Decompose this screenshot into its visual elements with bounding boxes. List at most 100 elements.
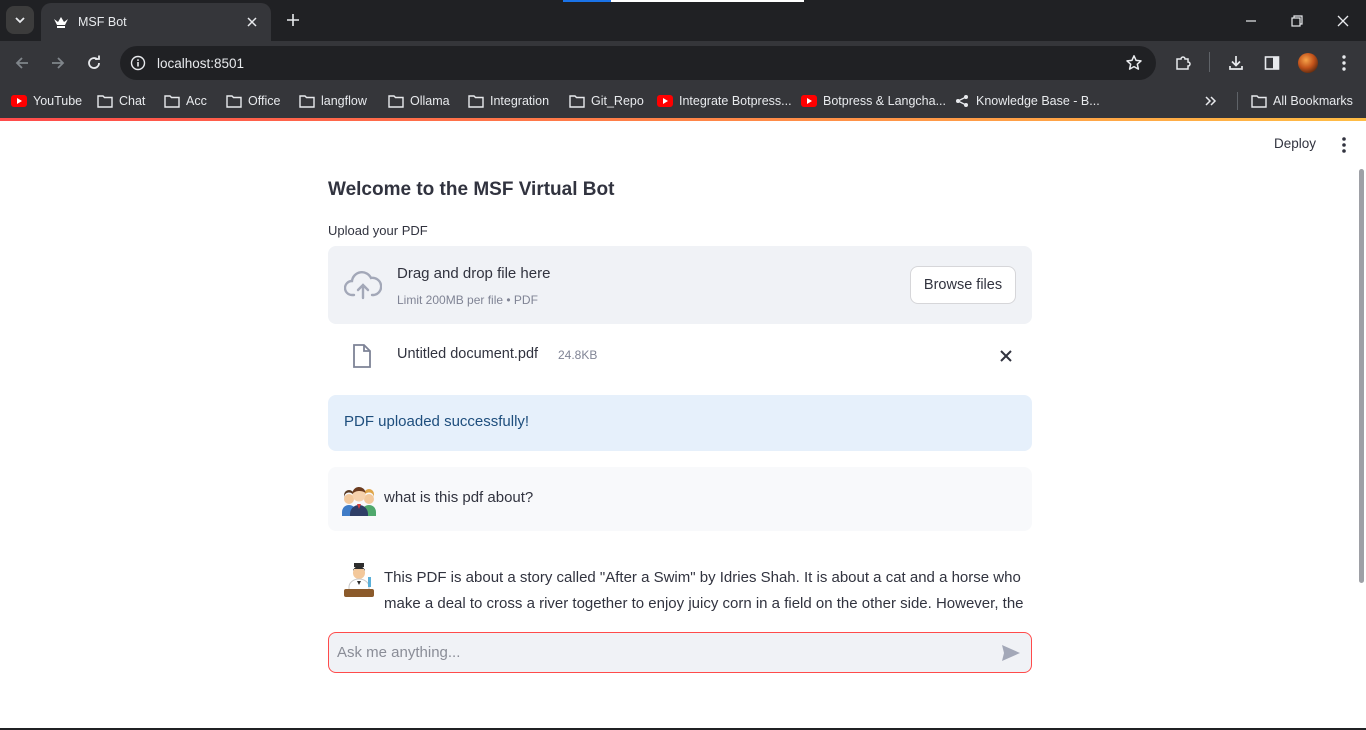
chevron-down-icon — [15, 17, 25, 24]
restore-icon — [1291, 14, 1303, 27]
bookmark-folder-chat[interactable]: Chat — [97, 91, 145, 111]
new-tab-button[interactable] — [282, 9, 304, 31]
minimize-icon — [1246, 19, 1256, 22]
bookmark-label: Git_Repo — [591, 94, 644, 108]
bookmark-folder-ollama[interactable]: Ollama — [388, 91, 450, 111]
arrow-left-icon — [15, 57, 28, 69]
folder-icon — [226, 93, 242, 109]
double-chevron-right-icon — [1203, 93, 1219, 109]
folder-icon — [1251, 93, 1267, 109]
browse-files-button[interactable]: Browse files — [910, 266, 1016, 304]
all-bookmarks-button[interactable]: All Bookmarks — [1251, 91, 1353, 111]
file-size: 24.8KB — [558, 348, 598, 362]
share-icon — [954, 93, 970, 109]
cloud-upload-icon — [344, 271, 382, 300]
bookmark-star-icon[interactable] — [1118, 47, 1150, 79]
bookmark-folder-git-repo[interactable]: Git_Repo — [569, 91, 644, 111]
bookmark-integrate-botpress[interactable]: Integrate Botpress... — [657, 91, 792, 111]
bookmarks-bar: YouTube Chat Acc Office langflow Ollama … — [0, 84, 1366, 118]
page-scrollbar[interactable] — [1359, 169, 1364, 583]
browser-tab-strip: MSF Bot — [0, 0, 1366, 41]
url-text[interactable]: localhost:8501 — [157, 56, 1118, 71]
folder-icon — [468, 93, 484, 109]
more-bookmarks-button[interactable] — [1203, 91, 1225, 111]
close-icon — [1337, 15, 1349, 26]
youtube-icon — [11, 93, 27, 109]
extensions-button[interactable] — [1168, 48, 1198, 78]
dropzone-subtitle: Limit 200MB per file • PDF — [397, 293, 538, 307]
folder-icon — [164, 93, 180, 109]
streamlit-crown-icon — [53, 14, 69, 30]
tab-title: MSF Bot — [78, 15, 127, 29]
browser-tab[interactable]: MSF Bot — [41, 3, 271, 41]
plus-icon — [287, 14, 299, 26]
dropzone-title: Drag and drop file here — [397, 265, 551, 282]
send-icon — [1002, 645, 1020, 661]
success-alert: PDF uploaded successfully! — [328, 395, 1032, 451]
app-header: Deploy — [0, 121, 1366, 169]
file-dropzone[interactable]: Drag and drop file here Limit 200MB per … — [328, 246, 1032, 324]
all-bookmarks-label: All Bookmarks — [1273, 94, 1353, 108]
download-icon — [1229, 56, 1243, 70]
reload-icon — [88, 55, 100, 69]
bookmark-label: Integrate Botpress... — [679, 94, 792, 108]
side-panel-icon — [1264, 56, 1280, 70]
bookmark-folder-integration[interactable]: Integration — [468, 91, 549, 111]
waiter-bot-avatar-icon — [344, 563, 374, 597]
address-bar[interactable]: localhost:8501 — [120, 46, 1156, 80]
bookmark-label: Office — [248, 94, 281, 108]
bookmark-folder-office[interactable]: Office — [226, 91, 280, 111]
bookmark-knowledge-base[interactable]: Knowledge Base - B... — [954, 91, 1100, 111]
browser-menu-button[interactable] — [1329, 48, 1359, 78]
restore-button[interactable] — [1274, 0, 1320, 41]
site-info-icon[interactable] — [130, 55, 146, 71]
profile-avatar — [1298, 53, 1318, 73]
app-menu-button[interactable] — [1334, 135, 1354, 155]
bookmark-botpress-langchain[interactable]: Botpress & Langcha... — [801, 91, 946, 111]
folder-icon — [299, 93, 315, 109]
puzzle-icon — [1176, 56, 1191, 70]
bookmark-label: Ollama — [410, 94, 450, 108]
file-icon — [353, 344, 371, 368]
upload-label: Upload your PDF — [328, 223, 428, 238]
user-group-avatar-icon — [342, 486, 376, 516]
reload-button[interactable] — [79, 48, 109, 78]
forward-button[interactable] — [43, 48, 73, 78]
back-button[interactable] — [7, 48, 37, 78]
bookmark-label: Botpress & Langcha... — [823, 94, 946, 108]
bookmark-label: Chat — [119, 94, 146, 108]
chat-message-assistant: This PDF is about a story called "After … — [328, 549, 1032, 611]
send-button[interactable] — [999, 642, 1023, 664]
close-window-button[interactable] — [1320, 0, 1366, 41]
downloads-button[interactable] — [1221, 48, 1251, 78]
folder-icon — [569, 93, 585, 109]
bookmark-label: Integration — [490, 94, 550, 108]
bookmark-label: Knowledge Base - B... — [976, 94, 1100, 108]
close-tab-icon[interactable] — [243, 13, 261, 31]
chat-message-text: what is this pdf about? — [384, 489, 534, 506]
browser-toolbar: localhost:8501 — [0, 41, 1366, 84]
bookmark-folder-langflow[interactable]: langflow — [299, 91, 367, 111]
chat-input[interactable] — [337, 633, 987, 672]
chat-message-text: This PDF is about a story called "After … — [384, 569, 1024, 611]
remove-file-button[interactable] — [996, 346, 1016, 366]
toolbar-divider — [1209, 52, 1210, 72]
folder-icon — [388, 93, 404, 109]
minimize-button[interactable] — [1228, 0, 1274, 41]
bookmark-label: YouTube — [33, 94, 83, 108]
profile-button[interactable] — [1293, 48, 1323, 78]
bookmark-youtube[interactable]: YouTube — [11, 91, 82, 111]
bookmark-folder-acc[interactable]: Acc — [164, 91, 207, 111]
side-panel-button[interactable] — [1257, 48, 1287, 78]
arrow-right-icon — [52, 57, 65, 69]
chat-input-box[interactable] — [328, 632, 1032, 673]
uploaded-file-row: Untitled document.pdf 24.8KB — [328, 332, 1032, 378]
kebab-menu-icon — [1342, 55, 1346, 71]
tab-search-button[interactable] — [6, 6, 34, 34]
deploy-button[interactable]: Deploy — [1266, 134, 1324, 156]
file-name: Untitled document.pdf — [397, 346, 539, 362]
loading-progress-bar — [563, 0, 804, 2]
page-title: Welcome to the MSF Virtual Bot — [328, 179, 615, 200]
bookmark-label: langflow — [321, 94, 367, 108]
window-controls — [1228, 0, 1366, 41]
